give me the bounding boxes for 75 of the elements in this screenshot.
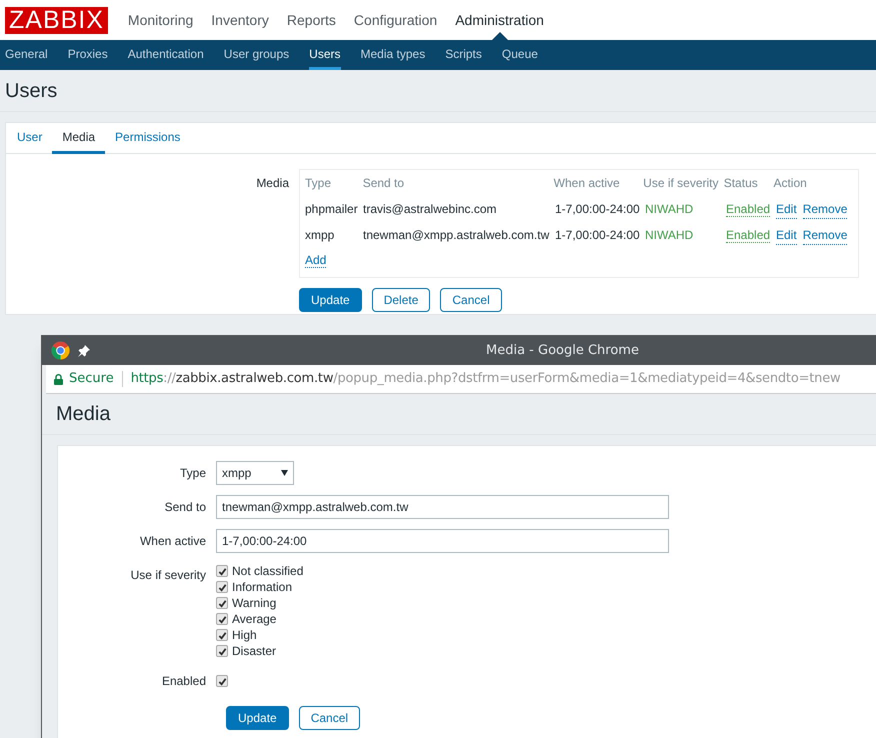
zabbix-logo[interactable]: ZABBIX: [5, 6, 108, 34]
window-title: Media - Google Chrome: [486, 342, 639, 360]
edit-link[interactable]: Edit: [776, 226, 797, 244]
table-cell-text: travis@astralwebinc.com: [363, 201, 498, 218]
when-active-field[interactable]: 1-7,00:00-24:00: [216, 529, 669, 553]
field-label: Send to: [164, 499, 207, 516]
table-cell-text: phpmailer: [305, 201, 359, 218]
field-label: Enabled: [160, 673, 207, 690]
column-header: Status: [724, 175, 759, 192]
field-label: Media: [256, 175, 289, 192]
tab[interactable]: User: [7, 123, 52, 154]
edit-link[interactable]: Edit: [776, 200, 797, 218]
column-header: Use if severity: [643, 175, 720, 192]
url-text[interactable]: https://zabbix.astralweb.com.tw/popup_media.php?dstfrm=userForm&media=1&mediatypeid=4&sendto=tnew: [130, 369, 840, 389]
remove-link[interactable]: Remove: [802, 200, 848, 218]
field-label: Type: [178, 465, 207, 482]
sub-menu-item[interactable]: User groups: [224, 40, 290, 70]
checkbox-label: Average: [232, 611, 276, 628]
form-button[interactable]: Update: [226, 706, 289, 730]
checkbox-label: High: [232, 627, 257, 644]
form-button[interactable]: Cancel: [440, 288, 502, 312]
column-header: Type: [305, 175, 332, 192]
top-menu-item[interactable]: Reports: [286, 10, 336, 30]
checkbox[interactable]: [216, 565, 228, 577]
field-label: Use if severity: [130, 567, 207, 584]
status-link[interactable]: Enabled: [726, 202, 770, 217]
tab[interactable]: Media: [52, 123, 106, 154]
page-title: Users: [5, 80, 58, 100]
caret-icon: [281, 470, 288, 476]
checkbox[interactable]: [216, 613, 228, 625]
checkbox-label: Information: [232, 579, 292, 596]
checkbox[interactable]: [216, 645, 228, 657]
type-select[interactable]: xmpp: [216, 461, 294, 485]
sub-menu-item[interactable]: Queue: [502, 40, 538, 70]
form-button[interactable]: Cancel: [298, 706, 360, 730]
checkbox[interactable]: [216, 629, 228, 641]
top-menu-item[interactable]: Administration: [455, 10, 544, 30]
field-label: When active: [138, 533, 207, 550]
column-header: Send to: [362, 175, 406, 192]
sub-menu-item[interactable]: Scripts: [445, 40, 482, 70]
table-cell-text: xmpp: [305, 227, 336, 244]
column-header: Action: [773, 175, 808, 192]
browser-logo-icon: [51, 341, 70, 360]
checkbox-label: Disaster: [232, 643, 276, 660]
status-link[interactable]: Enabled: [726, 228, 770, 243]
top-menu-item[interactable]: Configuration: [354, 10, 438, 30]
column-header: When active: [554, 175, 621, 192]
sub-menu-item[interactable]: Proxies: [68, 40, 108, 70]
secure-label: Secure: [69, 370, 114, 388]
send-to-field[interactable]: tnewman@xmpp.astralweb.com.tw: [216, 495, 669, 519]
sub-menu-item[interactable]: Media types: [360, 40, 426, 70]
pin-icon[interactable]: [78, 344, 90, 356]
form-button[interactable]: Update: [299, 288, 362, 312]
checkbox[interactable]: [216, 597, 228, 609]
sub-menu-item[interactable]: Authentication: [128, 40, 204, 70]
checkbox[interactable]: [216, 581, 228, 593]
top-menu-item[interactable]: Monitoring: [128, 10, 194, 30]
top-menu-item[interactable]: Inventory: [211, 10, 269, 30]
checkbox-label: Not classified: [232, 563, 304, 580]
table-cell-text: 1-7,00:00-24:00: [555, 201, 641, 218]
lock-icon: [54, 374, 63, 384]
popup-title: Media: [56, 404, 110, 424]
table-cell-text: tnewman@xmpp.astralweb.com.tw: [363, 227, 550, 244]
sub-menu-item[interactable]: Users: [309, 40, 340, 70]
sub-menu-item[interactable]: General: [5, 40, 48, 70]
table-cell-text: 1-7,00:00-24:00: [555, 227, 641, 244]
check-icon: [218, 676, 226, 686]
remove-link[interactable]: Remove: [802, 226, 848, 244]
table-cell-text: NIWAHD: [645, 227, 694, 244]
checkbox[interactable]: [216, 675, 228, 687]
tab[interactable]: Permissions: [105, 123, 190, 154]
add-link[interactable]: Add: [305, 253, 326, 268]
checkbox-label: Warning: [232, 595, 276, 612]
form-button[interactable]: Delete: [372, 288, 430, 312]
table-cell-text: NIWAHD: [645, 201, 694, 218]
